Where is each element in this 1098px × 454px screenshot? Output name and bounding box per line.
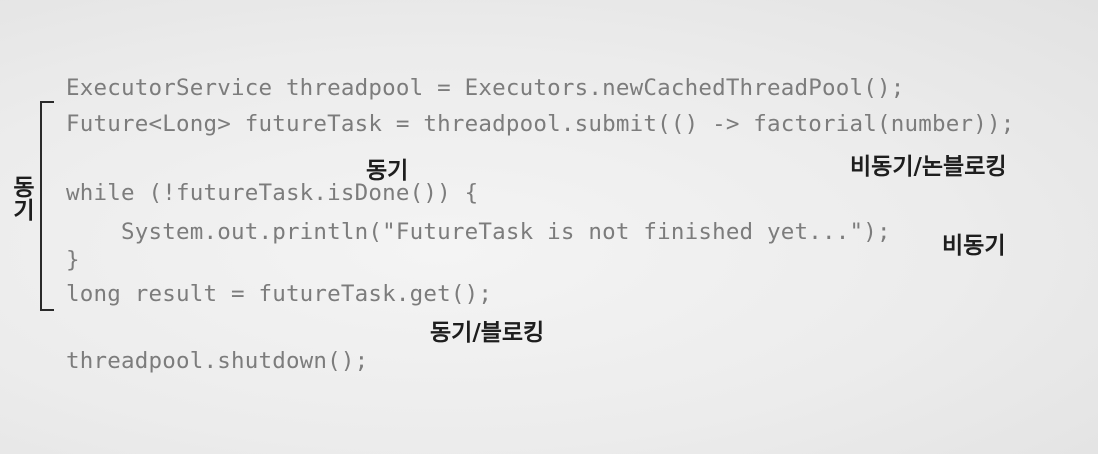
code-line-executor: ExecutorService threadpool = Executors.n… (66, 75, 905, 101)
sync-bracket (40, 101, 54, 311)
annotation-sync: 동기 (366, 158, 409, 184)
annotation-async-nonblocking: 비동기/논블로킹 (850, 154, 1007, 180)
code-line-future: Future<Long> futureTask = threadpool.sub… (66, 111, 1015, 137)
code-line-while: while (!futureTask.isDone()) { (66, 180, 479, 206)
code-line-println: System.out.println("FutureTask is not fi… (66, 219, 891, 245)
annotation-sync-blocking: 동기/블로킹 (430, 320, 545, 346)
slide: ExecutorService threadpool = Executors.n… (0, 0, 1098, 454)
code-line-close-brace: } (66, 247, 80, 273)
code-line-get: long result = futureTask.get(); (66, 281, 493, 307)
bracket-label: 동기 (8, 175, 34, 221)
code-line-shutdown: threadpool.shutdown(); (66, 348, 369, 374)
annotation-async: 비동기 (942, 233, 1006, 259)
